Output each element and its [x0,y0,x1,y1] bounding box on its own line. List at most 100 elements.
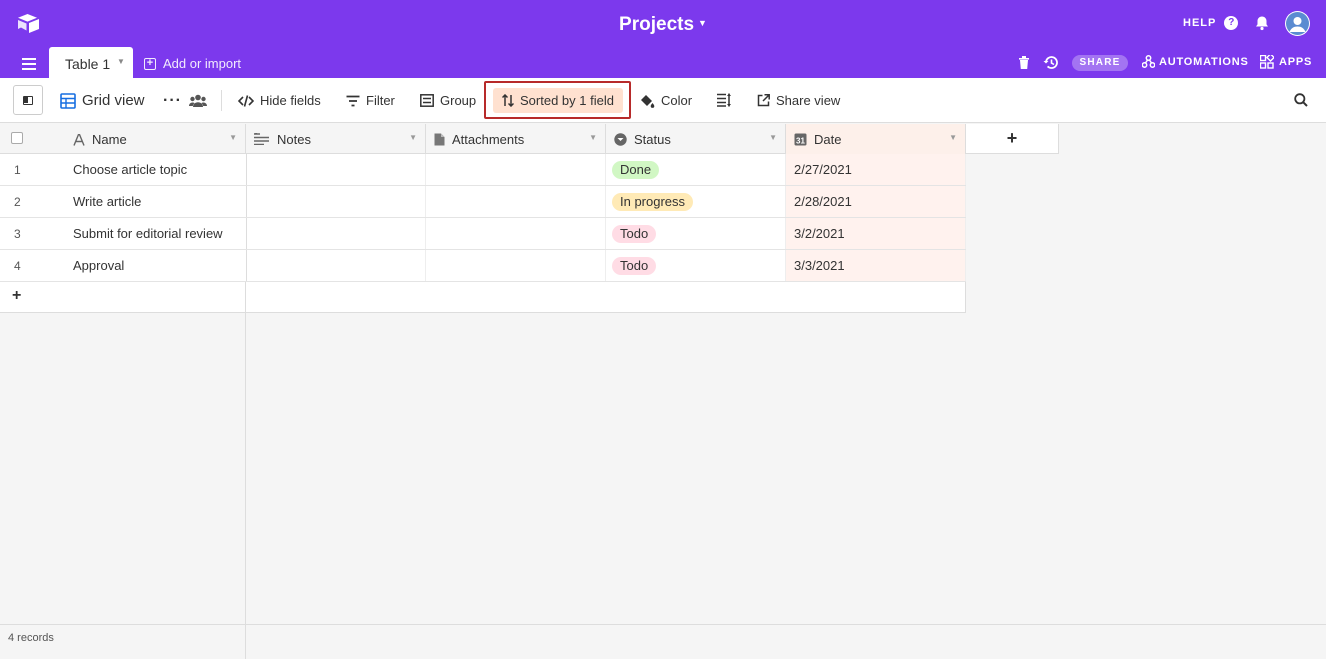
status-pill: In progress [612,192,694,211]
hide-fields-icon [238,94,254,107]
status-pill: Todo [612,224,657,243]
cell-status[interactable]: Todo [606,218,786,249]
row-height-icon[interactable] [717,93,731,107]
base-title[interactable]: Projects [619,14,694,35]
help-button[interactable]: HELP ? [1183,16,1239,30]
status-pill: Todo [612,256,657,275]
group-label: Group [440,93,477,108]
grid-view-icon [60,92,76,109]
column-header-notes[interactable]: Notes ▼ [246,124,426,154]
add-row-plus-icon: + [12,287,22,304]
row-number: 3 [14,227,21,241]
automations-label: AUTOMATIONS [1159,55,1249,68]
sort-label: Sorted by 1 field [520,93,614,108]
cell-date[interactable]: 2/28/2021 [786,186,966,217]
cell-notes[interactable] [246,218,426,249]
column-label-notes: Notes [277,131,311,147]
summary-bar: 4 records [0,624,1326,659]
row-number: 2 [14,195,21,209]
share-view-label: Share view [776,93,841,108]
cell-date[interactable]: 3/2/2021 [786,218,966,249]
cell-status[interactable]: Todo [606,250,786,281]
automations-button[interactable]: AUTOMATIONS [1142,55,1249,68]
group-icon [420,94,434,107]
cell-notes[interactable] [246,250,426,281]
column-menu-caret-icon[interactable]: ▼ [769,133,777,142]
paint-bucket-icon [641,94,655,108]
cell-name[interactable]: Choose article topic [73,162,187,177]
add-or-import-button[interactable]: + Add or import [144,56,241,71]
filter-icon [346,95,360,106]
toolbar-divider [221,90,222,111]
apps-button[interactable]: APPS [1260,55,1312,69]
notifications-bell-icon[interactable] [1254,15,1270,31]
view-toolbar: Grid view ··· Hide fields Filter Group C… [0,78,1326,123]
collaborators-icon[interactable] [189,94,207,107]
view-switcher[interactable]: Grid view [60,78,145,123]
column-label-status: Status [634,131,671,147]
tab-caret-icon[interactable]: ▼ [117,57,125,66]
cell-attachments[interactable] [426,186,606,217]
tab-label: Table 1 [65,56,111,72]
user-avatar[interactable] [1285,11,1310,36]
share-button[interactable]: SHARE [1072,55,1128,71]
column-menu-caret-icon[interactable]: ▼ [949,133,957,142]
top-bar: Projects ▼ HELP ? Table 1 ▼ + Add or impo… [0,0,1326,78]
base-title-caret-icon[interactable]: ▼ [698,18,707,28]
group-button[interactable]: Group [420,78,476,123]
column-header-status[interactable]: Status ▼ [606,124,786,154]
table-row[interactable]: 3 Submit for editorial review Todo 3/2/2… [0,218,966,250]
share-external-icon [757,94,770,107]
calendar-icon: 31 [794,133,807,145]
sort-arrows-icon [502,94,514,107]
column-header-date[interactable]: 31 Date ▼ [786,124,966,154]
add-row-strip[interactable] [246,282,966,313]
column-header-name[interactable]: Name ▼ [0,124,246,154]
cell-name[interactable]: Write article [73,194,141,209]
share-view-button[interactable]: Share view [757,78,840,123]
cell-status[interactable]: In progress [606,186,786,217]
column-header-row: Name ▼ Notes ▼ Attachments ▼ Status ▼ 31… [0,124,966,154]
menu-hamburger-icon[interactable] [22,58,36,70]
footer-divider [245,625,246,659]
search-icon[interactable] [1294,93,1308,107]
sort-annotation-highlight: Sorted by 1 field [484,81,631,119]
table-row[interactable]: 4 Approval Todo 3/3/2021 [0,250,966,282]
cell-attachments[interactable] [426,218,606,249]
trash-icon[interactable] [1018,55,1030,70]
cell-name[interactable]: Submit for editorial review [73,226,223,241]
filter-button[interactable]: Filter [346,78,395,123]
help-label: HELP [1183,17,1217,29]
row-number: 4 [14,259,21,273]
color-button[interactable]: Color [640,78,692,123]
sort-button[interactable]: Sorted by 1 field [493,88,623,113]
cell-notes[interactable] [246,154,426,185]
cell-date[interactable]: 3/3/2021 [786,250,966,281]
add-column-button[interactable]: + [966,124,1059,154]
table-row[interactable]: 2 Write article In progress 2/28/2021 [0,186,966,218]
cell-attachments[interactable] [426,250,606,281]
table-row[interactable]: 1 Choose article topic Done 2/27/2021 [0,154,966,186]
airtable-logo-icon[interactable] [16,12,42,36]
cell-date[interactable]: 2/27/2021 [786,154,966,185]
long-text-icon [254,133,269,145]
view-more-options-icon[interactable]: ··· [163,78,182,123]
cell-notes[interactable] [246,186,426,217]
column-menu-caret-icon[interactable]: ▼ [589,133,597,142]
cell-name[interactable]: Approval [73,258,124,273]
hide-fields-button[interactable]: Hide fields [238,78,321,123]
svg-text:31: 31 [796,136,805,145]
column-menu-caret-icon[interactable]: ▼ [229,133,237,142]
history-icon[interactable] [1043,55,1059,70]
column-label-name: Name [92,132,127,147]
tab-table-1[interactable]: Table 1 ▼ [49,47,133,78]
column-label-date: Date [814,131,842,147]
column-menu-caret-icon[interactable]: ▼ [409,133,417,142]
column-header-attachments[interactable]: Attachments ▼ [426,124,606,154]
cell-status[interactable]: Done [606,154,786,185]
add-row-button[interactable]: + [0,282,246,313]
cell-attachments[interactable] [426,154,606,185]
add-or-import-label: Add or import [163,56,242,71]
sidebar-toggle-button[interactable] [13,85,43,115]
select-all-checkbox[interactable] [11,132,23,144]
